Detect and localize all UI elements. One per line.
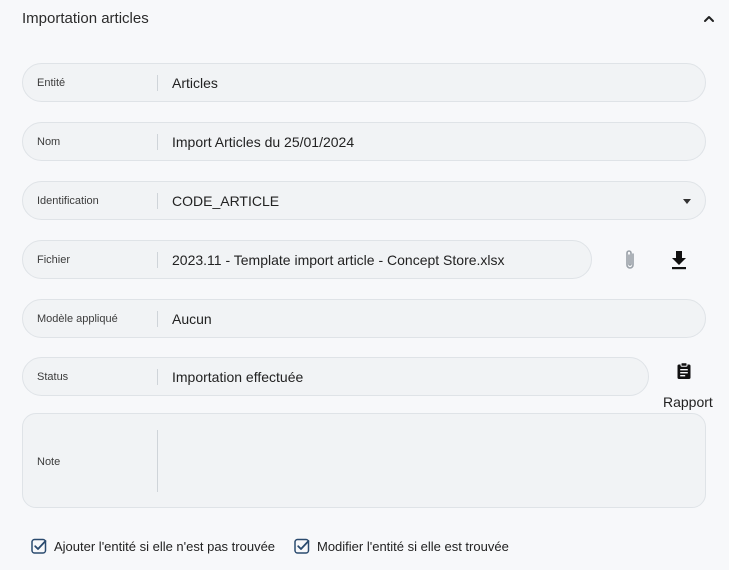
fichier-label: Fichier xyxy=(37,253,71,266)
note-label: Note xyxy=(37,456,61,468)
nom-label: Nom xyxy=(37,135,61,148)
ajouter-option[interactable]: Ajouter l'entité si elle n'est pas trouv… xyxy=(31,537,275,555)
nom-field[interactable]: Nom Import Articles du 25/01/2024 xyxy=(22,122,706,161)
status-value: Importation effectuée xyxy=(172,368,304,385)
modele-value: Aucun xyxy=(172,310,212,327)
field-divider xyxy=(157,369,158,385)
field-divider xyxy=(157,252,158,268)
rapport-button-label[interactable]: Rapport xyxy=(663,394,713,410)
ajouter-label: Ajouter l'entité si elle n'est pas trouv… xyxy=(54,538,276,554)
identification-value: CODE_ARTICLE xyxy=(172,192,280,209)
download-icon[interactable] xyxy=(669,249,689,271)
modifier-option[interactable]: Modifier l'entité si elle est trouvée xyxy=(294,537,509,555)
status-field: Status Importation effectuée xyxy=(22,357,649,396)
note-textarea[interactable]: Note xyxy=(22,413,706,508)
chevron-up-icon[interactable] xyxy=(701,12,717,26)
field-divider xyxy=(157,134,158,150)
checkbox-checked-icon[interactable] xyxy=(294,538,310,554)
section-title: Importation articles xyxy=(22,10,149,27)
section-header: Importation articles xyxy=(0,0,729,40)
field-divider xyxy=(157,75,158,91)
nom-value: Import Articles du 25/01/2024 xyxy=(172,133,355,150)
paperclip-icon[interactable] xyxy=(621,248,639,272)
status-label: Status xyxy=(37,370,69,383)
clipboard-icon[interactable] xyxy=(676,362,692,380)
entite-label: Entité xyxy=(37,76,66,89)
field-divider xyxy=(157,193,158,209)
caret-down-icon[interactable] xyxy=(683,199,691,204)
field-divider xyxy=(157,311,158,327)
fichier-field[interactable]: Fichier 2023.11 - Template import articl… xyxy=(22,240,592,279)
checkbox-checked-icon[interactable] xyxy=(31,538,47,554)
modele-label: Modèle appliqué xyxy=(37,312,118,325)
fichier-value: 2023.11 - Template import article - Conc… xyxy=(172,251,505,268)
identification-label: Identification xyxy=(37,194,99,207)
entite-value: Articles xyxy=(172,74,218,91)
entite-field[interactable]: Entité Articles xyxy=(22,63,706,102)
field-divider xyxy=(157,430,158,492)
modele-field[interactable]: Modèle appliqué Aucun xyxy=(22,299,706,338)
modifier-label: Modifier l'entité si elle est trouvée xyxy=(317,538,509,554)
identification-select[interactable]: Identification CODE_ARTICLE xyxy=(22,181,706,220)
